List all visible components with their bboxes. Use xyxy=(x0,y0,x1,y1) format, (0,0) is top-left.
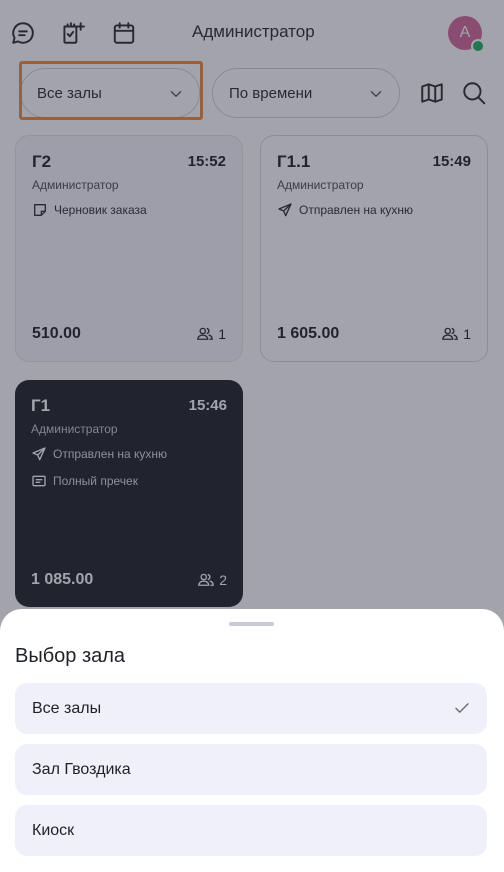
hall-option-kiosk[interactable]: Киоск xyxy=(15,805,487,856)
sheet-title: Выбор зала xyxy=(15,645,126,667)
hall-option-all[interactable]: Все залы xyxy=(15,683,487,734)
check-icon xyxy=(455,703,469,713)
sheet-drag-handle[interactable] xyxy=(229,622,274,626)
hall-option-gvozdika[interactable]: Зал Гвоздика xyxy=(15,744,487,795)
hall-picker-sheet: Выбор зала Все залы Зал Гвоздика Киоск xyxy=(0,609,504,872)
orders-screen: Администратор А Все залы По времени Г2 1… xyxy=(0,0,504,872)
